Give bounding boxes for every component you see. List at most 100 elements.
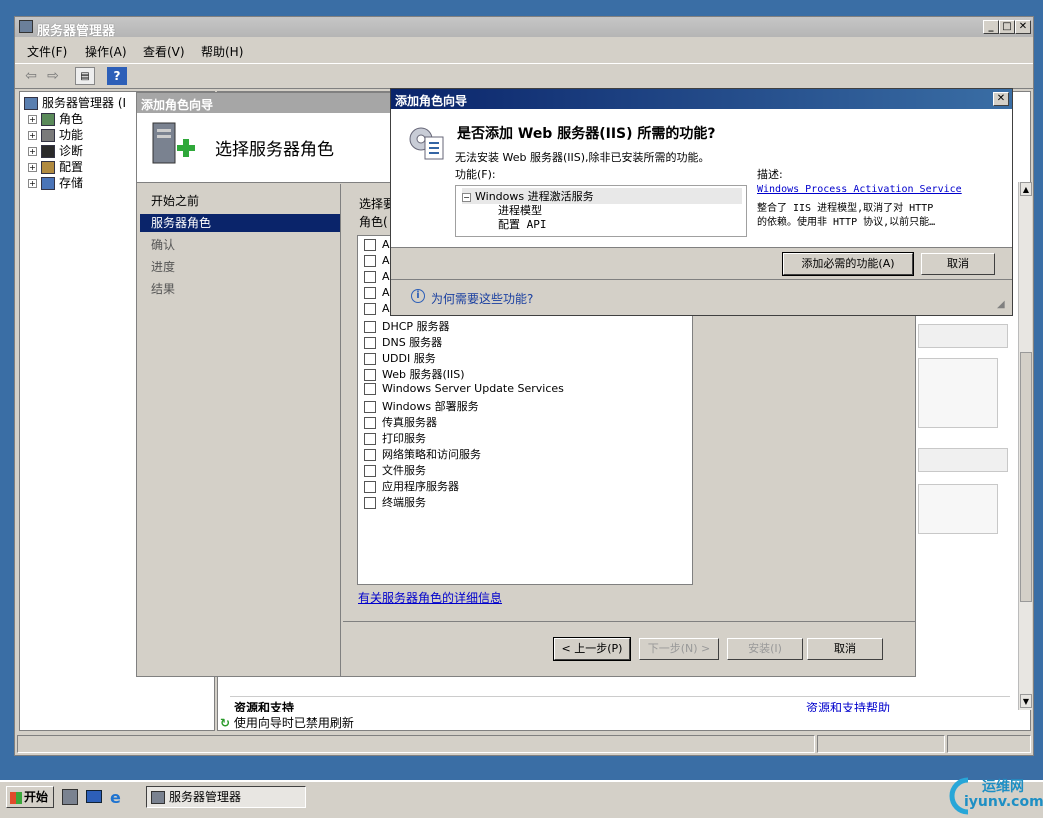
dialog-close-button[interactable]: ✕ — [993, 92, 1009, 106]
wizard-steps: 开始之前 服务器角色 确认 进度 结果 — [137, 184, 341, 676]
minimize-button[interactable]: _ — [983, 20, 999, 34]
role-item-nps[interactable]: 网络策略和访问服务 — [364, 446, 481, 462]
role-item-file[interactable]: 文件服务 — [364, 462, 426, 478]
role-item[interactable]: A — [364, 270, 390, 286]
expand-icon[interactable]: + — [28, 163, 37, 172]
role-item-app-server[interactable]: 应用程序服务器 — [364, 478, 459, 494]
role-label: 传真服务器 — [382, 416, 437, 429]
ie-icon[interactable]: e — [110, 788, 121, 807]
server-manager-quicklaunch-icon[interactable] — [62, 789, 78, 805]
role-checkbox[interactable] — [364, 465, 376, 477]
role-item-dns[interactable]: DNS 服务器 — [364, 334, 442, 350]
storage-icon — [41, 177, 55, 190]
role-label: A — [382, 254, 390, 267]
resources-help-link[interactable]: 资源和支持帮助 — [806, 699, 890, 712]
resources-section-title[interactable]: 资源和支持 — [234, 699, 294, 712]
role-checkbox[interactable] — [364, 255, 376, 267]
scrollbar[interactable]: ▲ ▼ — [1018, 182, 1032, 710]
tree-item-diagnostics[interactable]: + 诊断 — [28, 142, 83, 158]
install-button[interactable]: 安装(I) — [727, 638, 803, 660]
role-checkbox[interactable] — [364, 321, 376, 333]
close-button[interactable]: ✕ — [1015, 20, 1031, 34]
scroll-thumb[interactable] — [1020, 352, 1032, 602]
show-hide-tree-icon[interactable]: ▤ — [75, 67, 95, 85]
tree-item-configuration[interactable]: + 配置 — [28, 158, 83, 174]
why-needed-link[interactable]: 为何需要这些功能? — [431, 290, 533, 307]
start-button[interactable]: 开始 — [6, 786, 54, 808]
taskbar: 开始 e 服务器管理器 — [0, 780, 1043, 818]
step-server-roles[interactable]: 服务器角色 — [140, 214, 340, 232]
help-icon[interactable]: ? — [107, 67, 127, 85]
role-item-iis[interactable]: Web 服务器(IIS) — [364, 366, 465, 382]
resize-grip-icon[interactable]: ◢ — [997, 299, 1005, 310]
resources-bar: 资源和支持 资源和支持帮助 — [230, 696, 1010, 712]
add-required-features-button[interactable]: 添加必需的功能(A) — [782, 252, 914, 276]
description-link[interactable]: Windows Process Activation Service — [757, 184, 962, 195]
role-item-terminal[interactable]: 终端服务 — [364, 494, 426, 510]
role-item-print[interactable]: 打印服务 — [364, 430, 426, 446]
forward-arrow-icon[interactable]: ⇨ — [43, 67, 63, 85]
step-before-you-begin[interactable]: 开始之前 — [151, 192, 199, 210]
role-checkbox[interactable] — [364, 353, 376, 365]
configuration-icon — [41, 161, 55, 174]
back-arrow-icon[interactable]: ⇦ — [21, 67, 41, 85]
menu-action[interactable]: 操作(A) — [85, 43, 127, 60]
expand-icon[interactable]: + — [28, 115, 37, 124]
role-checkbox[interactable] — [364, 239, 376, 251]
role-checkbox[interactable] — [364, 401, 376, 413]
section-body — [918, 484, 998, 534]
dialog-cancel-button[interactable]: 取消 — [921, 253, 995, 275]
refresh-status-text: 使用向导时已禁用刷新 — [233, 716, 354, 730]
scroll-down-icon[interactable]: ▼ — [1020, 694, 1032, 708]
expand-icon[interactable]: + — [28, 131, 37, 140]
taskbar-item-server-manager[interactable]: 服务器管理器 — [146, 786, 306, 808]
title-bar[interactable]: 服务器管理器 _ □ ✕ — [15, 17, 1033, 39]
scroll-up-icon[interactable]: ▲ — [1020, 182, 1032, 196]
role-checkbox[interactable] — [364, 303, 376, 315]
description-text: 的依赖。使用非 HTTP 协议,以前只能… — [757, 217, 936, 228]
role-item[interactable]: A — [364, 238, 390, 254]
back-button[interactable]: < 上一步(P) — [553, 637, 631, 661]
role-item-dhcp[interactable]: DHCP 服务器 — [364, 318, 450, 334]
role-item[interactable]: A — [364, 302, 390, 318]
role-checkbox[interactable] — [364, 287, 376, 299]
role-item-wds[interactable]: Windows 部署服务 — [364, 398, 479, 414]
role-checkbox[interactable] — [364, 417, 376, 429]
role-item[interactable]: A — [364, 286, 390, 302]
tree-item-features[interactable]: + 功能 — [28, 126, 83, 142]
role-checkbox[interactable] — [364, 433, 376, 445]
role-item[interactable]: A — [364, 254, 390, 270]
more-info-link[interactable]: 有关服务器角色的详细信息 — [358, 589, 502, 606]
role-checkbox[interactable] — [364, 337, 376, 349]
tree-root[interactable]: 服务器管理器 (I — [24, 94, 126, 110]
menu-file[interactable]: 文件(F) — [27, 43, 67, 60]
tree-item-storage[interactable]: + 存储 — [28, 174, 83, 190]
role-checkbox[interactable] — [364, 449, 376, 461]
role-item-fax[interactable]: 传真服务器 — [364, 414, 437, 430]
role-item-wsus[interactable]: Windows Server Update Services — [364, 382, 564, 398]
show-desktop-icon[interactable] — [86, 790, 102, 803]
role-checkbox[interactable] — [364, 271, 376, 283]
role-checkbox[interactable] — [364, 497, 376, 509]
watermark-logo: 运维网 iyunv.com — [938, 770, 1043, 818]
dialog-title-bar[interactable]: 添加角色向导 ✕ — [391, 89, 1012, 109]
menu-view[interactable]: 查看(V) — [143, 43, 185, 60]
tree-item-roles[interactable]: + 角色 — [28, 110, 83, 126]
role-item-uddi[interactable]: UDDI 服务 — [364, 350, 436, 366]
collapse-icon[interactable]: − — [462, 192, 471, 202]
expand-icon[interactable]: + — [28, 179, 37, 188]
role-label: 终端服务 — [382, 496, 426, 509]
maximize-button[interactable]: □ — [999, 20, 1015, 34]
expand-icon[interactable]: + — [28, 147, 37, 156]
cancel-button[interactable]: 取消 — [807, 638, 883, 660]
role-label: 应用程序服务器 — [382, 480, 459, 493]
role-checkbox[interactable] — [364, 369, 376, 381]
feature-child[interactable]: 配置 API — [498, 216, 547, 232]
role-checkbox[interactable] — [364, 481, 376, 493]
next-button[interactable]: 下一步(N) > — [639, 638, 719, 660]
role-checkbox[interactable] — [364, 383, 376, 395]
roles-label: 角色( — [359, 215, 388, 229]
menu-help[interactable]: 帮助(H) — [201, 43, 243, 60]
watermark-text: 运维网 — [982, 779, 1024, 795]
diagnostics-icon — [41, 145, 55, 158]
